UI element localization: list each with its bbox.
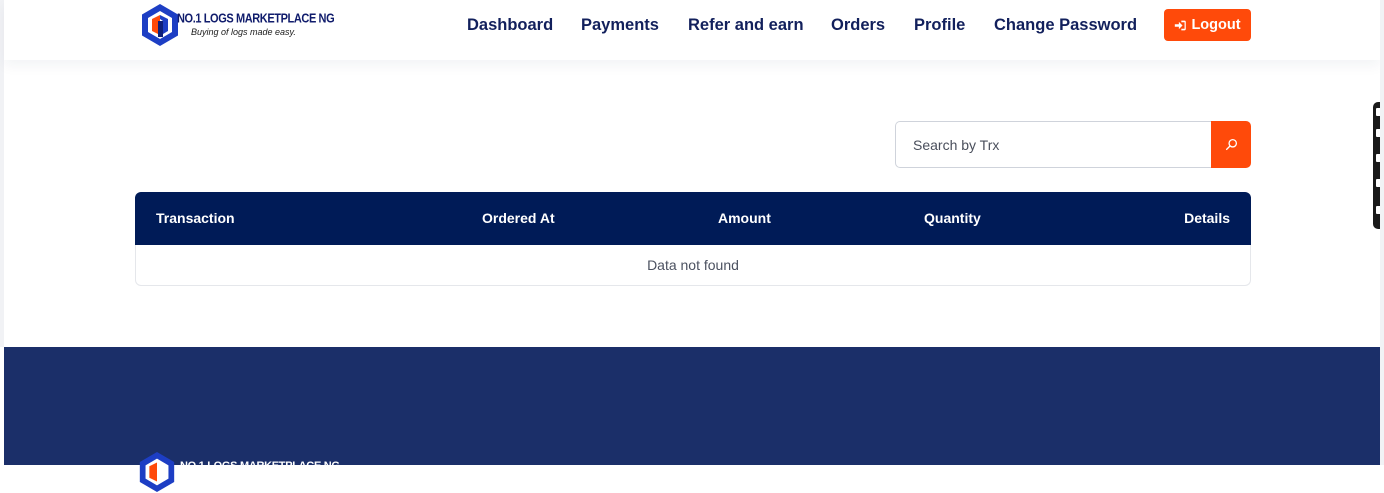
nav-orders[interactable]: Orders <box>831 16 885 35</box>
nav-dashboard[interactable]: Dashboard <box>467 16 553 35</box>
logout-button[interactable]: Logout <box>1164 9 1251 41</box>
empty-state-message: Data not found <box>647 257 739 273</box>
nav-profile[interactable]: Profile <box>914 16 965 35</box>
footer-brand-name: NO.1 LOGS MARKETPLACE NG <box>180 460 340 472</box>
scrollbar[interactable] <box>1380 0 1384 465</box>
search-bar <box>895 121 1251 168</box>
footer-logo[interactable]: NO.1 LOGS MARKETPLACE NG <box>136 451 340 493</box>
table-body: Data not found <box>135 245 1251 286</box>
brand-tagline: Buying of logs made easy. <box>191 27 296 37</box>
column-header-amount: Amount <box>718 210 771 226</box>
search-button[interactable] <box>1211 121 1251 168</box>
site-footer: NO.1 LOGS MARKETPLACE NG <box>4 347 1380 493</box>
search-input[interactable] <box>895 121 1211 168</box>
search-icon <box>1225 138 1237 151</box>
brand-name: NO.1 LOGS MARKETPLACE NG <box>177 12 335 26</box>
nav-change-password[interactable]: Change Password <box>994 16 1137 35</box>
column-header-transaction: Transaction <box>156 210 235 226</box>
column-header-ordered-at: Ordered At <box>482 210 555 226</box>
nav-refer-and-earn[interactable]: Refer and earn <box>688 16 804 35</box>
hexagon-logo-icon <box>139 451 175 493</box>
table-header: Transaction Ordered At Amount Quantity D… <box>135 192 1251 245</box>
orders-table: Transaction Ordered At Amount Quantity D… <box>135 192 1251 286</box>
column-header-details: Details <box>1184 210 1230 226</box>
nav-payments[interactable]: Payments <box>581 16 659 35</box>
logout-label: Logout <box>1191 17 1241 33</box>
sign-in-icon <box>1175 20 1187 30</box>
site-logo-text: NO.1 LOGS MARKETPLACE NG Buying of logs … <box>136 3 335 47</box>
column-header-quantity: Quantity <box>924 210 981 226</box>
